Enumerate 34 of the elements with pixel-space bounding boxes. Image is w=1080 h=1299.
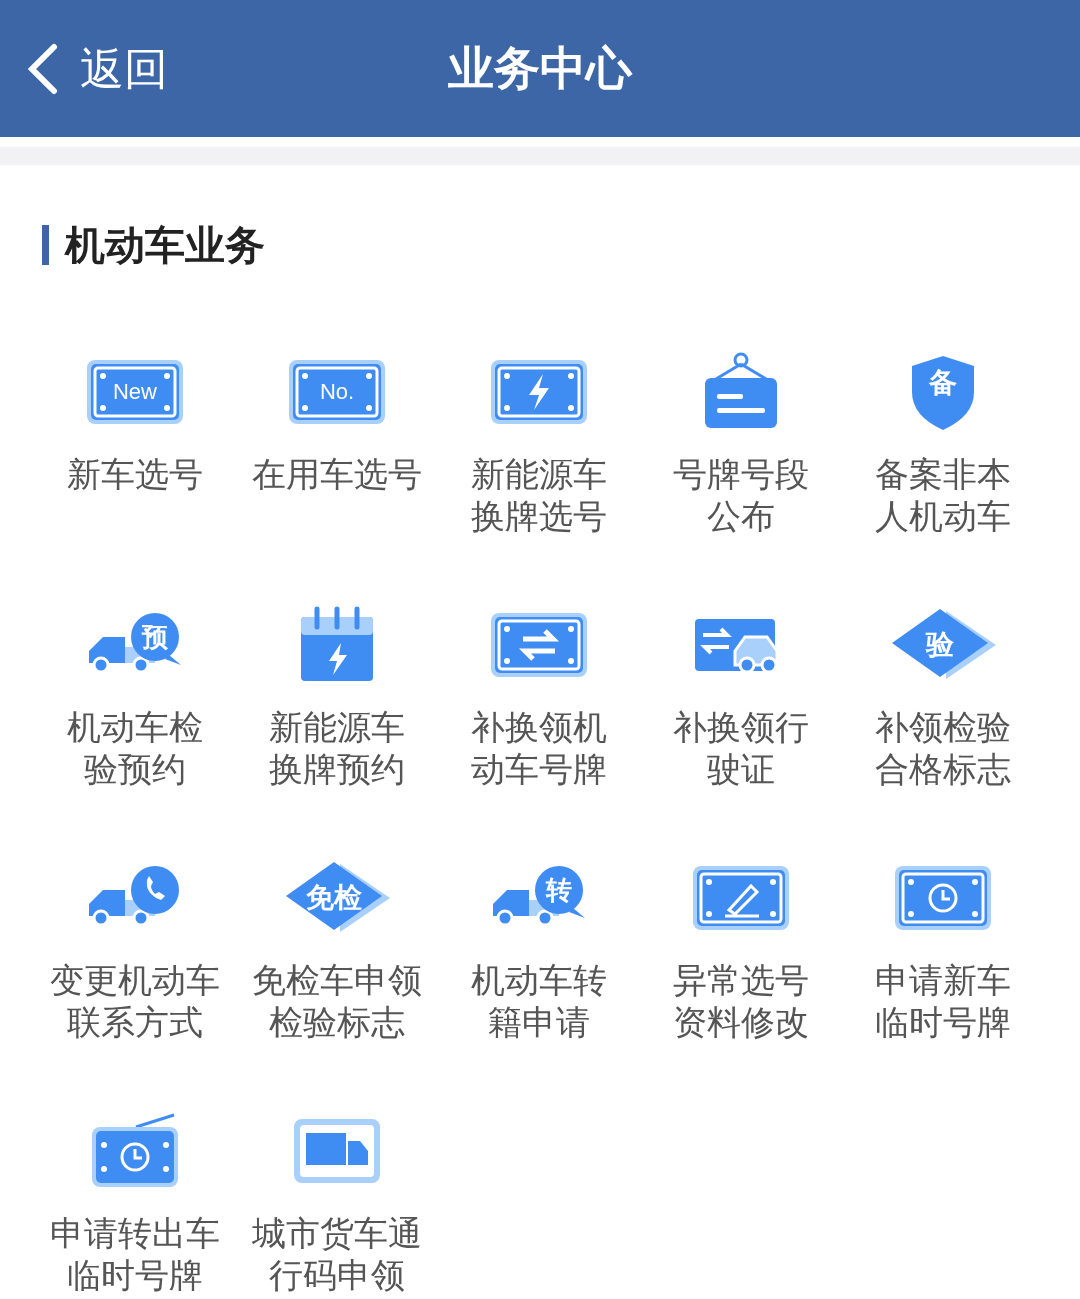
page-title: 业务中心 (448, 41, 632, 96)
license-plate-icon (85, 358, 185, 426)
section-accent-bar (42, 225, 49, 265)
service-label[interactable]: 备案非本 人机动车 (875, 453, 1011, 537)
icon-label: 免检 (306, 884, 362, 912)
service-label[interactable]: 异常选号 资料修改 (673, 959, 809, 1043)
service-label[interactable]: 补换领行 驶证 (673, 706, 809, 790)
icon-label: 验 (926, 631, 954, 659)
back-button[interactable]: 返回 (24, 35, 168, 102)
service-label[interactable]: 免检车申领 检验标志 (252, 959, 422, 1043)
icon-label: New (113, 381, 157, 403)
icon-label: 备 (929, 369, 957, 397)
icon-label: No. (319, 381, 355, 403)
service-label[interactable]: 变更机动车 联系方式 (50, 959, 220, 1043)
license-plate-icon (489, 611, 589, 679)
icon-label: 预 (142, 624, 168, 650)
icon-label: 转 (546, 877, 572, 903)
service-label[interactable]: 机动车转 籍申请 (471, 959, 607, 1043)
service-label[interactable]: 申请转出车 临时号牌 (50, 1212, 220, 1296)
license-plate-icon (893, 864, 993, 932)
service-label[interactable]: 补换领机 动车号牌 (471, 706, 607, 790)
service-label[interactable]: 城市货车通 行码申领 (252, 1212, 422, 1296)
service-label[interactable]: 新能源车 换牌预约 (269, 706, 405, 790)
service-label[interactable]: 补领检验 合格标志 (875, 706, 1011, 790)
license-plate-icon (489, 358, 589, 426)
service-label[interactable]: 机动车检 验预约 (67, 706, 203, 790)
service-label[interactable]: 申请新车 临时号牌 (875, 959, 1011, 1043)
license-plate-icon (691, 864, 791, 932)
service-label[interactable]: 在用车选号 (252, 453, 422, 495)
service-label[interactable]: 新能源车 换牌选号 (471, 453, 607, 537)
service-label[interactable]: 新车选号 (67, 453, 203, 495)
service-label[interactable]: 号牌号段 公布 (673, 453, 809, 537)
license-plate-icon (287, 358, 387, 426)
section-title: 机动车业务 (65, 222, 265, 269)
